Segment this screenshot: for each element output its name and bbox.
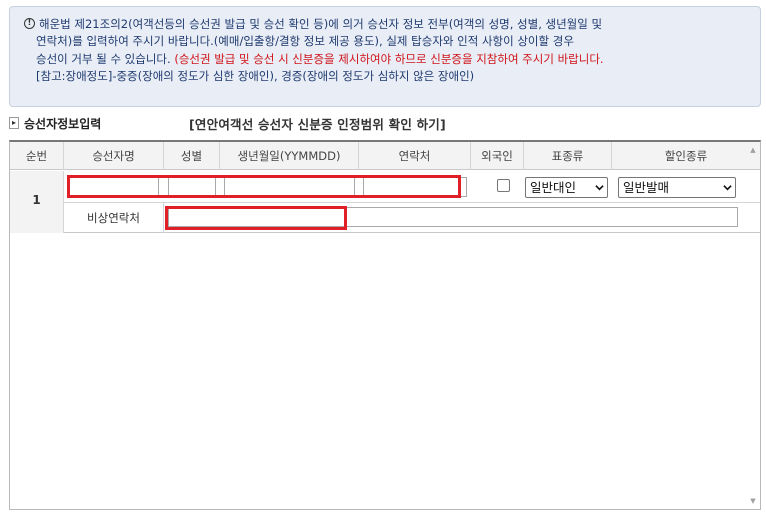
notice-line-2: 연락처)를 입력하여 주시기 바랍니다.(예매/입출항/결항 정보 제공 용도)… xyxy=(36,34,574,49)
header-birthdate: 생년월일(YYMMDD) xyxy=(220,142,359,170)
ticket-type-value: 일반대인 xyxy=(530,180,577,195)
highlight-box-passenger-info xyxy=(67,175,461,198)
header-contact: 연락처 xyxy=(359,142,471,170)
header-gender: 성별 xyxy=(164,142,220,170)
discount-type-select[interactable]: 일반발매 xyxy=(618,177,736,198)
highlight-box-emergency-contact xyxy=(165,206,347,230)
ticket-type-select[interactable]: 일반대인 xyxy=(525,177,608,198)
id-range-link[interactable]: [연안여객선 승선자 신분증 인정범위 확인 하기] xyxy=(189,114,446,133)
arrow-right-icon: ▸ xyxy=(9,117,19,129)
scroll-down-icon[interactable]: ▼ xyxy=(749,497,757,505)
header-name: 승선자명 xyxy=(64,142,164,170)
notice-id-warning: (승선권 발급 및 승선 시 신분증을 제시하여야 하므로 신분증을 지참하여 … xyxy=(174,51,604,66)
grid-header: 순번 승선자명 성별 생년월일(YYMMDD) 연락처 외국인 표종류 할인종류 xyxy=(10,142,760,170)
section-header: ▸ 승선자정보입력 [연안여객선 승선자 신분증 인정범위 확인 하기] xyxy=(9,114,761,134)
passenger-grid: 순번 승선자명 성별 생년월일(YYMMDD) 연락처 외국인 표종류 할인종류… xyxy=(9,140,761,510)
scroll-up-icon[interactable]: ▲ xyxy=(749,146,757,154)
table-row: 1 일반대인 일반발매 비상연락처 xyxy=(10,171,760,233)
notice-box: ! 해운법 제21조의2(여객선등의 승선권 발급 및 승선 확인 등)에 의거 … xyxy=(9,6,761,107)
chevron-down-icon xyxy=(595,185,604,191)
notice-line-1: 해운법 제21조의2(여객선등의 승선권 발급 및 승선 확인 등)에 의거 승… xyxy=(39,17,603,31)
section-title: 승선자정보입력 xyxy=(24,117,102,131)
header-discount-type: 할인종류 xyxy=(664,149,708,163)
notice-line-4: [참고:장애정도]-중증(장애의 정도가 심한 장애인), 경증(장애의 정도가… xyxy=(36,68,475,83)
notice-line-3: 승선이 거부 될 수 있습니다. xyxy=(36,51,171,66)
emergency-contact-label: 비상연락처 xyxy=(64,202,164,233)
header-seq: 순번 xyxy=(10,142,64,170)
row-seq: 1 xyxy=(10,171,64,233)
header-ticket-type: 표종류 xyxy=(524,142,612,170)
header-foreigner: 외국인 xyxy=(471,142,524,170)
exclamation-icon: ! xyxy=(24,18,35,29)
discount-type-value: 일반발매 xyxy=(623,180,670,195)
foreigner-checkbox[interactable] xyxy=(497,179,510,192)
chevron-down-icon xyxy=(723,185,732,191)
